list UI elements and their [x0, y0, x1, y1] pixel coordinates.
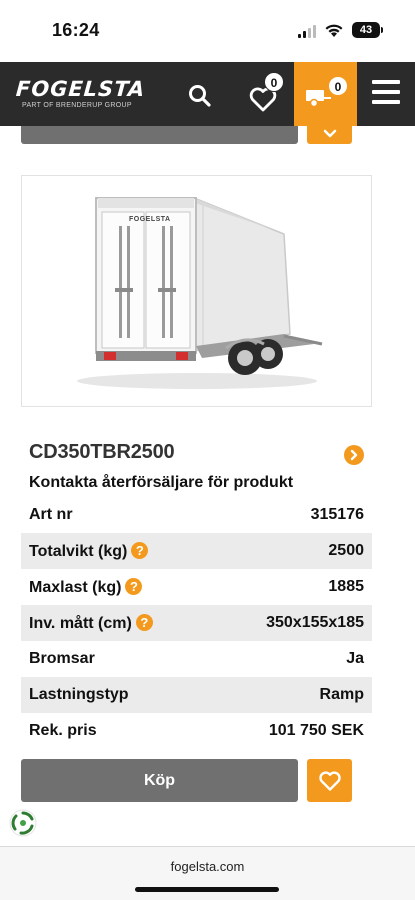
spec-value: Ja — [346, 650, 364, 667]
previous-buy-button[interactable] — [21, 126, 298, 144]
product-title: CD350TBR2500 — [29, 441, 175, 463]
spec-label-text: Rek. pris — [29, 722, 97, 739]
buy-button[interactable]: Köp — [21, 759, 298, 802]
spec-value: 1885 — [328, 578, 364, 595]
spec-row-rek-pris: Rek. pris 101 750 SEK — [21, 713, 372, 749]
info-icon[interactable]: ? — [131, 542, 149, 559]
spec-value: 2500 — [328, 542, 364, 559]
home-indicator — [135, 887, 279, 892]
chevron-down-icon — [323, 129, 337, 138]
spec-label: Lastningstyp — [29, 686, 129, 704]
spec-label: Maxlast (kg)? — [29, 578, 143, 597]
spec-value: 315176 — [310, 506, 364, 523]
previous-expand-button[interactable] — [307, 126, 352, 144]
spec-value: 101 750 SEK — [268, 722, 364, 739]
spec-table: Art nr 315176 Totalvikt (kg)? 2500 Maxla… — [21, 497, 372, 749]
logo-brand: FOGELSTA — [15, 77, 147, 101]
wifi-icon — [325, 24, 343, 37]
search-icon — [189, 85, 211, 107]
spec-row-art-nr: Art nr 315176 — [21, 497, 372, 533]
menu-line-icon — [372, 80, 400, 84]
spec-row-lastningstyp: Lastningstyp Ramp — [21, 677, 372, 713]
spec-label-text: Lastningstyp — [29, 686, 129, 703]
status-bar: 16:24 43 — [0, 0, 415, 62]
recycle-icon[interactable] — [8, 808, 38, 838]
status-time: 16:24 — [52, 20, 100, 40]
spec-value: 350x155x185 — [266, 614, 364, 631]
menu-line-icon — [372, 100, 400, 104]
cellular-signal-icon — [298, 25, 316, 38]
info-icon[interactable]: ? — [135, 614, 153, 631]
favorites-count-badge: 0 — [264, 72, 284, 92]
trailer-logo-text: FOGELSTA — [129, 216, 171, 223]
logo-tagline: PART OF BRENDERUP GROUP — [22, 102, 132, 109]
fogelsta-logo[interactable]: FOGELSTA PART OF BRENDERUP GROUP — [15, 77, 148, 109]
spec-label: Rek. pris — [29, 722, 97, 740]
chevron-right-icon — [350, 449, 358, 461]
spec-row-bromsar: Bromsar Ja — [21, 641, 372, 677]
info-icon[interactable]: ? — [125, 578, 143, 595]
cart-count-badge: 0 — [328, 76, 348, 96]
box-trailer-image — [77, 196, 323, 389]
spec-label-text: Art nr — [29, 506, 73, 523]
spec-row-inv-matt: Inv. mått (cm)? 350x155x185 — [21, 605, 372, 641]
spec-label: Totalvikt (kg)? — [29, 542, 149, 561]
spec-label: Inv. mått (cm)? — [29, 614, 153, 633]
spec-label-text: Maxlast (kg) — [29, 579, 122, 596]
url-text[interactable]: fogelsta.com — [0, 859, 415, 874]
spec-row-maxlast: Maxlast (kg)? 1885 — [21, 569, 372, 605]
hamburger-menu-button[interactable] — [372, 80, 400, 106]
add-to-favorites-button[interactable] — [307, 759, 352, 802]
spec-label-text: Totalvikt (kg) — [29, 543, 128, 560]
menu-line-icon — [372, 90, 400, 94]
spec-row-totalvikt: Totalvikt (kg)? 2500 — [21, 533, 372, 569]
spec-label: Bromsar — [29, 650, 95, 668]
heart-icon — [319, 771, 341, 791]
favorites-button[interactable]: 0 — [248, 72, 284, 114]
product-details-link[interactable] — [344, 445, 364, 465]
trailer-cart-button[interactable]: 0 — [294, 62, 357, 126]
spec-value: Ramp — [319, 686, 364, 703]
site-header: FOGELSTA PART OF BRENDERUP GROUP 0 0 — [0, 62, 415, 126]
search-button[interactable] — [186, 82, 214, 110]
spec-label-text: Inv. mått (cm) — [29, 615, 132, 632]
contact-dealer-text: Kontakta återförsäljare för produkt — [29, 474, 294, 491]
spec-label-text: Bromsar — [29, 650, 95, 667]
battery-indicator: 43 — [352, 22, 383, 38]
trailer-icon — [306, 90, 331, 108]
browser-address-bar[interactable]: fogelsta.com — [0, 846, 415, 900]
product-image[interactable]: FOGELSTA — [21, 175, 372, 407]
spec-label: Art nr — [29, 506, 73, 524]
